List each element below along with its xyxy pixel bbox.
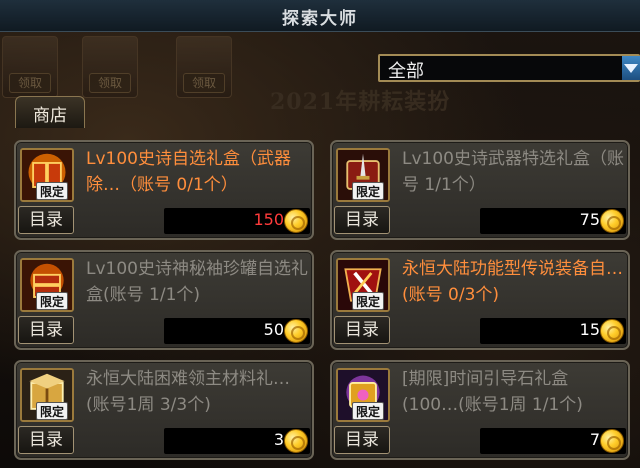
limited-badge: 限定 bbox=[352, 292, 385, 310]
limited-badge: 限定 bbox=[36, 292, 69, 310]
sword-gift-box-icon[interactable]: 限定 bbox=[336, 148, 390, 202]
shop-item-card[interactable]: 限定 Lv100史诗武器特选礼盒（账号 1/1个） 目录 75 bbox=[330, 140, 630, 240]
background-reward-button: 领取 bbox=[183, 73, 225, 93]
item-name: 永恒大陆困难领主材料礼…(账号1周 3/3个) bbox=[86, 369, 290, 415]
window-title: 探索大师 bbox=[282, 9, 358, 29]
category-dropdown-value: 全部 bbox=[388, 61, 424, 82]
coin-icon bbox=[600, 429, 624, 453]
background-reward-tile: 领取 bbox=[82, 36, 138, 98]
catalog-button[interactable]: 目录 bbox=[334, 426, 390, 454]
shop-item-card[interactable]: 限定 Lv100史诗自选礼盒（武器除…（账号 0/1个） 目录 150 bbox=[14, 140, 314, 240]
chevron-down-icon[interactable] bbox=[622, 56, 640, 80]
boss-material-box-icon[interactable]: 限定 bbox=[20, 368, 74, 422]
price-display: 50 bbox=[164, 318, 310, 344]
coin-icon bbox=[600, 209, 624, 233]
background-reward-tile: 领取 bbox=[2, 36, 58, 98]
title-bar: 探索大师 bbox=[0, 0, 640, 32]
price-value: 7 bbox=[589, 430, 600, 449]
background-reward-row: 领取 领取 领取 bbox=[0, 36, 250, 98]
catalog-button[interactable]: 目录 bbox=[334, 206, 390, 234]
item-name: Lv100史诗神秘袖珍罐自选礼盒(账号 1/1个) bbox=[86, 259, 308, 305]
price-value: 75 bbox=[579, 210, 600, 229]
item-name: 永恒大陆功能型传说装备自…(账号 0/3个) bbox=[402, 259, 623, 305]
price-display: 3 bbox=[164, 428, 310, 454]
mystery-jar-box-icon[interactable]: 限定 bbox=[20, 258, 74, 312]
limited-badge: 限定 bbox=[352, 182, 385, 200]
catalog-button[interactable]: 目录 bbox=[18, 426, 74, 454]
price-value: 15 bbox=[579, 320, 600, 339]
limited-badge: 限定 bbox=[352, 402, 385, 420]
background-reward-tile: 领取 bbox=[176, 36, 232, 98]
coin-icon bbox=[284, 319, 308, 343]
shop-item-card[interactable]: 限定 永恒大陆困难领主材料礼…(账号1周 3/3个) 目录 3 bbox=[14, 360, 314, 460]
background-reward-button: 领取 bbox=[9, 73, 51, 93]
price-display: 7 bbox=[480, 428, 626, 454]
shop-item-card[interactable]: 限定 [期限]时间引导石礼盒(100…(账号1周 1/1个) 目录 7 bbox=[330, 360, 630, 460]
price-display: 150 bbox=[164, 208, 310, 234]
catalog-button[interactable]: 目录 bbox=[18, 316, 74, 344]
limited-badge: 限定 bbox=[36, 182, 69, 200]
limited-badge: 限定 bbox=[36, 402, 69, 420]
coin-icon bbox=[600, 319, 624, 343]
item-name: Lv100史诗武器特选礼盒（账号 1/1个） bbox=[402, 149, 624, 195]
price-value: 3 bbox=[273, 430, 284, 449]
price-value: 50 bbox=[263, 320, 284, 339]
coin-icon bbox=[284, 429, 308, 453]
price-value: 150 bbox=[253, 210, 284, 229]
category-dropdown[interactable]: 全部 bbox=[378, 54, 640, 82]
background-reward-button: 领取 bbox=[89, 73, 131, 93]
catalog-button[interactable]: 目录 bbox=[334, 316, 390, 344]
background-event-title: 2021年耕耘装扮 bbox=[270, 89, 451, 115]
shop-item-card[interactable]: 限定 永恒大陆功能型传说装备自…(账号 0/3个) 目录 15 bbox=[330, 250, 630, 350]
fire-gift-box-icon[interactable]: 限定 bbox=[20, 148, 74, 202]
tab-shop[interactable]: 商店 bbox=[15, 96, 85, 128]
legend-equip-box-icon[interactable]: 限定 bbox=[336, 258, 390, 312]
item-name: [期限]时间引导石礼盒(100…(账号1周 1/1个) bbox=[402, 369, 583, 415]
price-display: 75 bbox=[480, 208, 626, 234]
coin-icon bbox=[284, 209, 308, 233]
shop-item-card[interactable]: 限定 Lv100史诗神秘袖珍罐自选礼盒(账号 1/1个) 目录 50 bbox=[14, 250, 314, 350]
catalog-button[interactable]: 目录 bbox=[18, 206, 74, 234]
time-stone-box-icon[interactable]: 限定 bbox=[336, 368, 390, 422]
price-display: 15 bbox=[480, 318, 626, 344]
tab-shop-label: 商店 bbox=[33, 106, 67, 126]
item-name: Lv100史诗自选礼盒（武器除…（账号 0/1个） bbox=[86, 149, 291, 195]
